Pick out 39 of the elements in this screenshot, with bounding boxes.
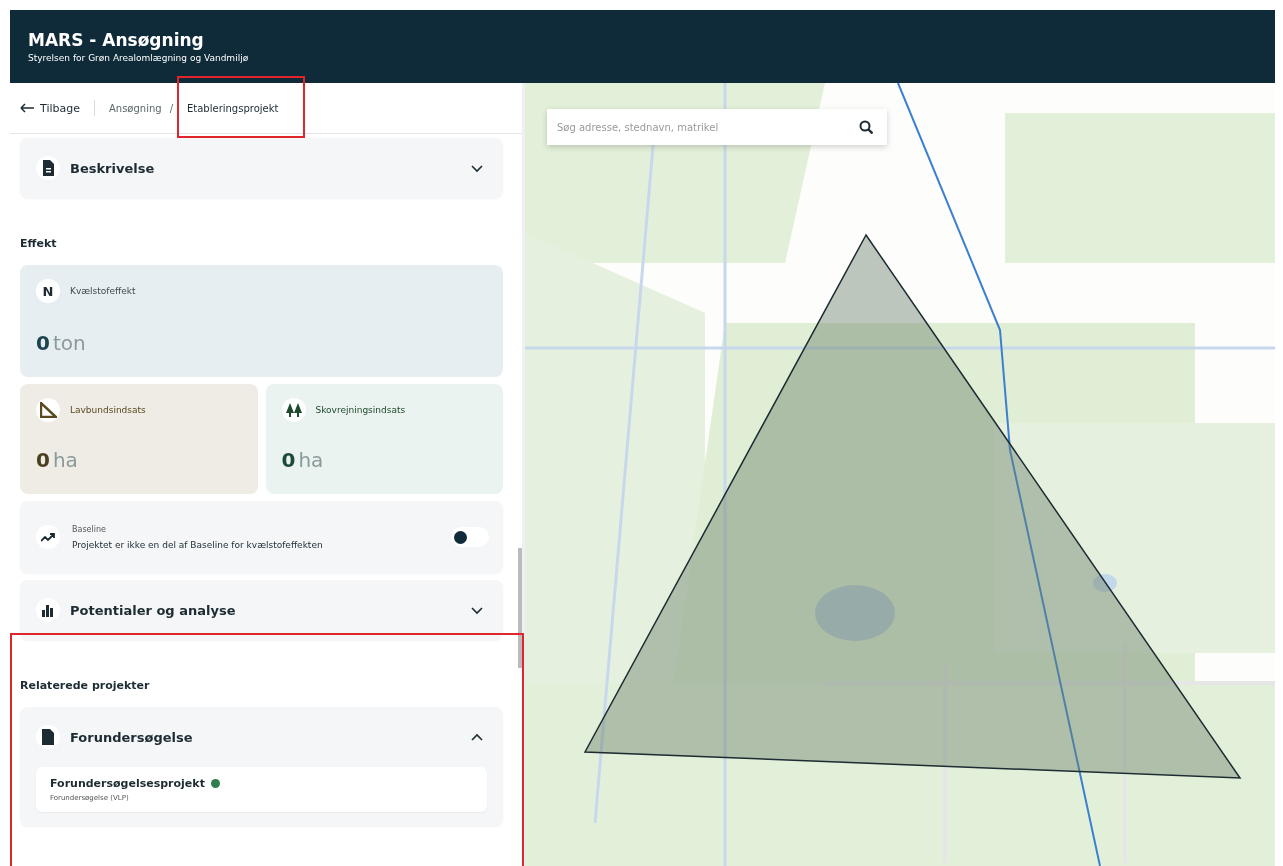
map-view[interactable]: Søg adresse, stednavn, matrikel [525,83,1275,866]
stat-value: 0 [281,448,296,472]
stat-label: Lavbundsindsats [70,405,146,415]
project-title: Forundersøgelsesprojekt [50,777,205,790]
back-button[interactable]: Tilbage [20,99,80,117]
app-subtitle: Styrelsen for Grøn Arealomlægning og Vandmiljø [28,53,250,63]
stat-label: Kvælstofeffekt [70,286,136,296]
search-icon [859,120,873,134]
trend-up-icon [41,531,55,543]
stat-value: 0 [36,331,50,355]
stat-label: Skovrejningsindsats [315,405,406,415]
accordion-header[interactable]: Beskrivelse [20,138,503,198]
scrollbar-thumb[interactable] [518,548,522,668]
breadcrumb-link[interactable]: Ansøgning [108,102,162,114]
file-icon [41,729,55,745]
stat-value: 0 [36,448,50,472]
stat-unit: ha [52,448,78,472]
chevron-down-icon [471,163,483,173]
bar-chart-icon [42,603,54,617]
app-title: MARS - Ansøgning [28,30,205,50]
stat-unit: ha [298,448,324,472]
project-area-polygon[interactable] [583,233,1242,779]
chevron-down-icon [471,605,483,615]
section-heading: Relaterede projekter [20,678,151,694]
accordion-header[interactable]: Forundersøgelse [20,707,503,767]
baseline-switch[interactable] [451,527,489,547]
trees-icon [285,403,302,417]
breadcrumb-current: Etableringsprojekt [187,102,279,114]
accordion-header[interactable]: Potentialer og analyse [20,580,503,640]
breadcrumb-separator: / [169,102,173,114]
nitrogen-badge: N [36,279,60,303]
document-icon [41,160,55,176]
back-arrow-icon [20,103,34,113]
search-field[interactable]: Søg adresse, stednavn, matrikel [547,109,887,145]
section-heading: Effekt [20,236,58,252]
stat-unit: ton [52,331,86,355]
toggle-label: Baseline [72,524,107,534]
toggle-description: Projektet er ikke en del af Baseline for kvælstofeffekten [72,539,324,550]
chevron-up-icon [471,732,483,742]
